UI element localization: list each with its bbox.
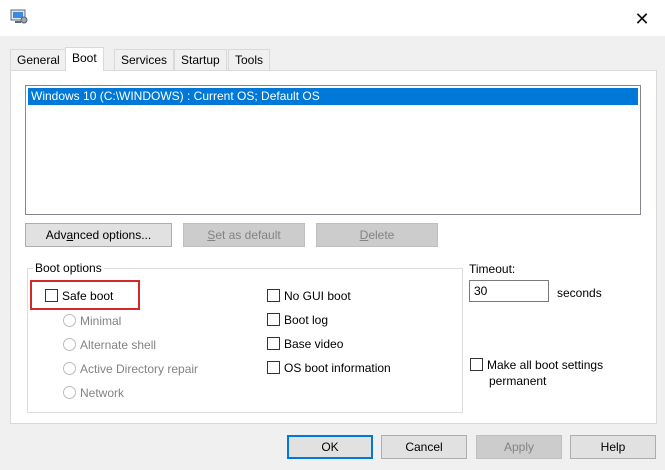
make-permanent-checkbox[interactable]: Make all boot settings <box>470 357 603 373</box>
system-configuration-window: ✕ General Boot Services Startup Tools Wi… <box>0 0 665 470</box>
boot-log-label[interactable]: Boot log <box>284 313 328 327</box>
ad-repair-radio-circle[interactable] <box>63 362 76 376</box>
no-gui-boot-box[interactable] <box>267 289 280 303</box>
minimal-label[interactable]: Minimal <box>80 314 121 328</box>
advanced-options-button[interactable]: Advanced options... <box>25 223 172 247</box>
alternate-shell-radio[interactable]: Alternate shell <box>63 337 156 353</box>
boot-log-checkbox[interactable]: Boot log <box>267 312 328 328</box>
msconfig-icon <box>10 9 28 24</box>
base-video-box[interactable] <box>267 337 280 351</box>
alternate-shell-radio-circle[interactable] <box>63 338 76 352</box>
delete-button[interactable]: Delete <box>316 223 438 247</box>
os-boot-info-label[interactable]: OS boot information <box>284 361 391 375</box>
make-permanent-label-line2[interactable]: permanent <box>489 373 546 389</box>
timeout-input[interactable] <box>469 280 549 302</box>
tab-startup[interactable]: Startup <box>174 49 227 70</box>
ad-repair-label[interactable]: Active Directory repair <box>80 362 198 376</box>
network-label[interactable]: Network <box>80 386 124 400</box>
alternate-shell-label[interactable]: Alternate shell <box>80 338 156 352</box>
no-gui-boot-label[interactable]: No GUI boot <box>284 289 351 303</box>
no-gui-boot-checkbox[interactable]: No GUI boot <box>267 288 351 304</box>
tab-tools[interactable]: Tools <box>228 49 271 70</box>
boot-log-box[interactable] <box>267 313 280 327</box>
apply-button[interactable]: Apply <box>476 435 562 459</box>
os-list[interactable]: Windows 10 (C:\WINDOWS) : Current OS; De… <box>25 85 641 215</box>
title-bar: ✕ <box>0 0 665 36</box>
timeout-label: Timeout: <box>469 262 516 276</box>
os-list-item[interactable]: Windows 10 (C:\WINDOWS) : Current OS; De… <box>28 88 638 105</box>
safe-boot-label[interactable]: Safe boot <box>62 289 113 303</box>
minimal-radio-circle[interactable] <box>63 314 76 328</box>
network-radio[interactable]: Network <box>63 385 124 401</box>
os-boot-info-checkbox[interactable]: OS boot information <box>267 360 391 376</box>
cancel-button[interactable]: Cancel <box>381 435 467 459</box>
network-radio-circle[interactable] <box>63 386 76 400</box>
help-button[interactable]: Help <box>570 435 656 459</box>
minimal-radio[interactable]: Minimal <box>63 313 121 329</box>
base-video-label[interactable]: Base video <box>284 337 343 351</box>
base-video-checkbox[interactable]: Base video <box>267 336 343 352</box>
make-permanent-label[interactable]: Make all boot settings <box>487 358 603 372</box>
close-icon[interactable]: ✕ <box>634 9 649 29</box>
tab-general[interactable]: General <box>10 49 67 70</box>
tab-services[interactable]: Services <box>114 49 175 70</box>
close-button[interactable]: ✕ <box>629 8 655 30</box>
timeout-unit: seconds <box>557 286 602 300</box>
safe-boot-box[interactable] <box>45 289 58 303</box>
make-permanent-box[interactable] <box>470 358 483 372</box>
boot-options-title: Boot options <box>33 261 104 275</box>
set-as-default-button[interactable]: Set as default <box>183 223 305 247</box>
os-boot-info-box[interactable] <box>267 361 280 375</box>
safe-boot-checkbox[interactable]: Safe boot <box>45 288 113 304</box>
boot-tab-panel: Windows 10 (C:\WINDOWS) : Current OS; De… <box>10 70 657 424</box>
tab-boot[interactable]: Boot <box>65 47 104 71</box>
ok-button[interactable]: OK <box>287 435 373 459</box>
ad-repair-radio[interactable]: Active Directory repair <box>63 361 198 377</box>
